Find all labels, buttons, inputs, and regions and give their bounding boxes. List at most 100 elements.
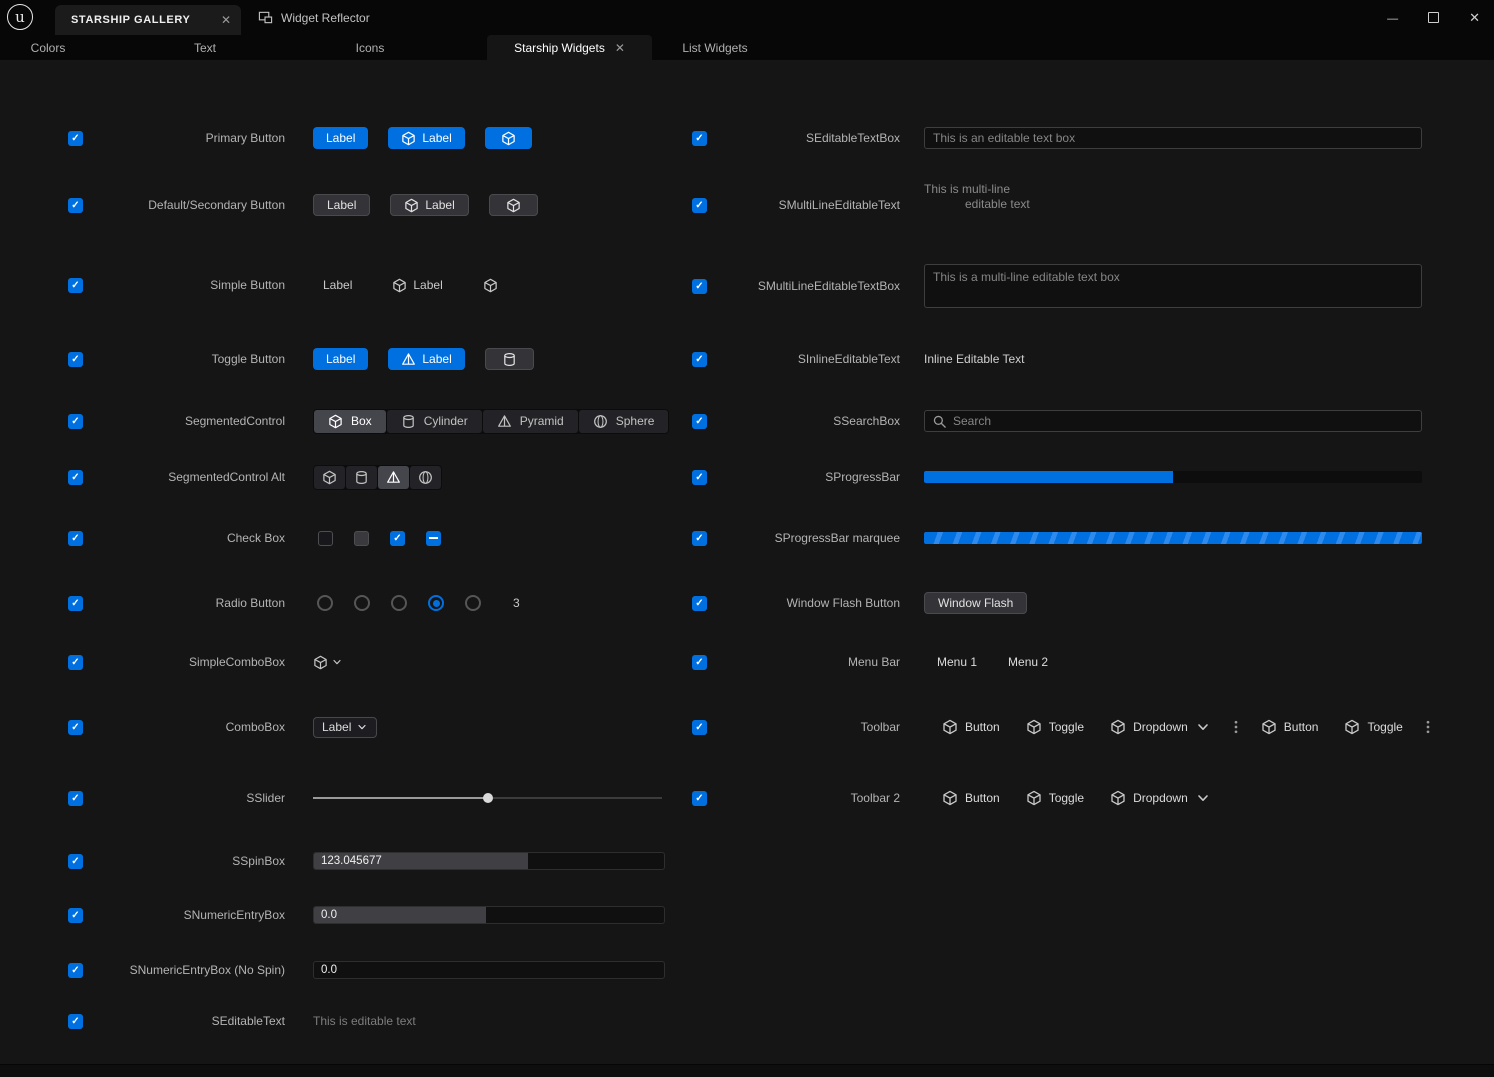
search-box[interactable] <box>924 410 1422 432</box>
row-enable-checkbox[interactable] <box>68 655 83 670</box>
simple-button-with-icon[interactable]: Label <box>382 274 452 296</box>
toolbar2-dropdown[interactable]: Dropdown <box>1097 790 1224 806</box>
minimize-icon[interactable] <box>1387 9 1398 27</box>
maximize-icon[interactable] <box>1428 12 1439 23</box>
numeric-entry-box-nospin[interactable]: 0.0 <box>313 961 665 979</box>
toolbar-dropdown[interactable]: Dropdown <box>1097 719 1224 735</box>
window-tab-starship-gallery[interactable]: STARSHIP GALLERY <box>55 5 241 35</box>
primary-button[interactable]: Label <box>313 127 368 149</box>
row-enable-checkbox[interactable] <box>68 131 83 146</box>
secondary-button-icon-only[interactable] <box>489 194 538 216</box>
radio-button-0[interactable] <box>317 595 333 611</box>
row-enable-checkbox[interactable] <box>692 720 707 735</box>
row-enable-checkbox[interactable] <box>68 720 83 735</box>
row-enable-checkbox[interactable] <box>692 655 707 670</box>
row-enable-checkbox[interactable] <box>68 278 83 293</box>
segment-box[interactable] <box>314 466 345 489</box>
menu-item-1[interactable]: Menu 1 <box>937 655 977 669</box>
row-enable-checkbox[interactable] <box>68 908 83 923</box>
toolbar-toggle[interactable]: Toggle <box>1013 719 1097 735</box>
row-enable-checkbox[interactable] <box>692 414 707 429</box>
row-enable-checkbox[interactable] <box>692 198 707 213</box>
tab-starship-widgets[interactable]: Starship Widgets <box>487 35 652 60</box>
segment-sphere[interactable]: Sphere <box>579 410 669 433</box>
row-enable-checkbox[interactable] <box>68 352 83 367</box>
demo-checkbox-unchecked[interactable] <box>318 531 333 546</box>
toggle-button-with-icon-checked[interactable]: Label <box>388 348 464 370</box>
demo-checkbox-indeterminate[interactable] <box>426 531 441 546</box>
search-input[interactable] <box>953 414 1414 428</box>
row-enable-checkbox[interactable] <box>692 791 707 806</box>
multiline-editable-text-box-input[interactable] <box>924 264 1422 308</box>
tab-icons[interactable]: Icons <box>315 35 425 60</box>
toolbar-overflow-icon[interactable] <box>1420 719 1436 735</box>
editable-text-box-input[interactable] <box>924 127 1422 149</box>
toggle-button-icon-only[interactable] <box>485 348 534 370</box>
row-enable-checkbox[interactable] <box>692 596 707 611</box>
secondary-button[interactable]: Label <box>313 194 370 216</box>
segment-cylinder[interactable]: Cylinder <box>387 410 482 433</box>
radio-button-2[interactable] <box>391 595 407 611</box>
primary-button-icon-only[interactable] <box>485 127 532 149</box>
row-enable-checkbox[interactable] <box>68 531 83 546</box>
row-enable-checkbox[interactable] <box>68 596 83 611</box>
segment-box[interactable]: Box <box>314 410 386 433</box>
window-flash-button[interactable]: Window Flash <box>924 592 1027 614</box>
tab-colors[interactable]: Colors <box>0 35 96 60</box>
toolbar-toggle-2[interactable]: Toggle <box>1331 719 1415 735</box>
simple-button[interactable]: Label <box>313 274 362 296</box>
simple-button-icon-only[interactable] <box>473 274 508 296</box>
tab-list-widgets[interactable]: List Widgets <box>660 35 770 60</box>
toolbar2-toggle[interactable]: Toggle <box>1013 790 1097 806</box>
spin-box[interactable]: 123.045677 <box>313 852 665 870</box>
radio-button-3-selected[interactable] <box>428 595 444 611</box>
close-icon[interactable] <box>221 14 231 26</box>
menu-item-2[interactable]: Menu 2 <box>1008 655 1048 669</box>
secondary-button-with-icon[interactable]: Label <box>390 194 468 216</box>
row-enable-checkbox[interactable] <box>692 352 707 367</box>
simple-button-row: Simple Button Label Label <box>68 273 508 297</box>
segment-cylinder[interactable] <box>346 466 377 489</box>
demo-checkbox-filled[interactable] <box>354 531 369 546</box>
demo-checkbox-checked[interactable] <box>390 531 405 546</box>
row-enable-checkbox[interactable] <box>692 131 707 146</box>
row-enable-checkbox[interactable] <box>68 1014 83 1029</box>
close-icon[interactable] <box>615 42 625 54</box>
toolbar-button[interactable]: Button <box>929 719 1013 735</box>
segment-pyramid[interactable]: Pyramid <box>483 410 578 433</box>
row-enable-checkbox[interactable] <box>68 963 83 978</box>
row-enable-checkbox[interactable] <box>692 470 707 485</box>
toolbar2-button[interactable]: Button <box>929 790 1013 806</box>
window-tab-widget-reflector[interactable]: Widget Reflector <box>258 0 370 35</box>
toolbar-button-2[interactable]: Button <box>1248 719 1332 735</box>
widget-reflector-label: Widget Reflector <box>281 11 370 25</box>
cube-icon <box>942 790 958 806</box>
toolbar-overflow-icon[interactable] <box>1228 719 1244 735</box>
inline-editable-text[interactable]: Inline Editable Text <box>924 352 1025 366</box>
close-window-icon[interactable] <box>1469 9 1480 27</box>
row-enable-checkbox[interactable] <box>68 854 83 869</box>
segment-pyramid[interactable] <box>378 466 409 489</box>
row-label: SSearchBox <box>707 414 924 428</box>
row-enable-checkbox[interactable] <box>68 198 83 213</box>
slider[interactable] <box>313 786 662 810</box>
row-enable-checkbox[interactable] <box>692 531 707 546</box>
row-label: Toolbar <box>707 720 924 734</box>
row-enable-checkbox[interactable] <box>68 470 83 485</box>
numeric-entry-box[interactable]: 0.0 <box>313 906 665 924</box>
row-enable-checkbox[interactable] <box>68 791 83 806</box>
combo-box[interactable]: Label <box>313 717 377 738</box>
segment-sphere[interactable] <box>410 466 441 489</box>
primary-button-with-icon[interactable]: Label <box>388 127 464 149</box>
radio-button-4[interactable] <box>465 595 481 611</box>
simple-combo-box[interactable] <box>313 655 343 670</box>
multiline-editable-text[interactable]: This is multi-line editable text <box>924 182 1030 212</box>
toggle-button-checked[interactable]: Label <box>313 348 368 370</box>
editable-text[interactable]: This is editable text <box>313 1014 416 1028</box>
radio-button-1[interactable] <box>354 595 370 611</box>
chevron-down-icon <box>1195 719 1211 735</box>
slider-thumb[interactable] <box>483 793 493 803</box>
row-enable-checkbox[interactable] <box>692 279 707 294</box>
tab-text[interactable]: Text <box>150 35 260 60</box>
row-enable-checkbox[interactable] <box>68 414 83 429</box>
